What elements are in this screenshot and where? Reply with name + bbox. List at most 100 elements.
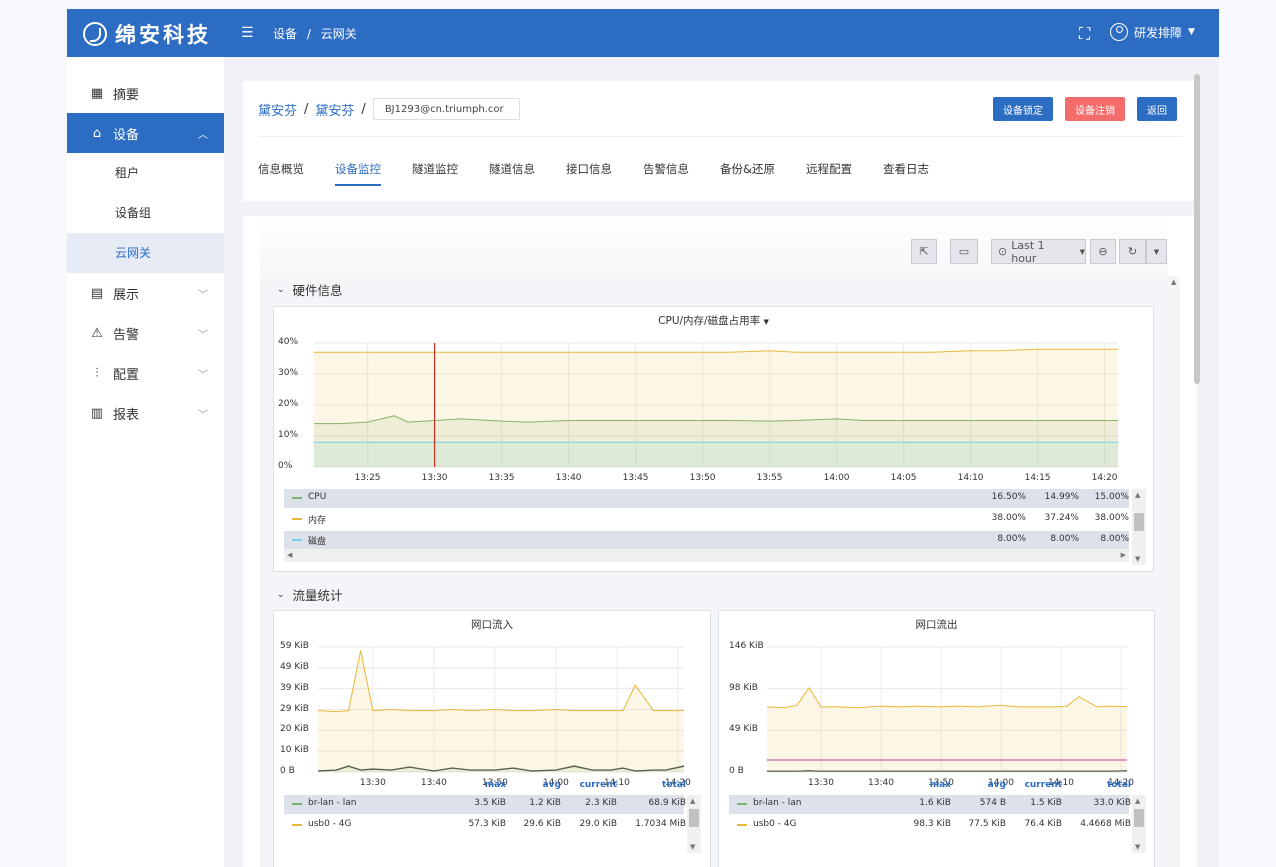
x-tick-label: 14:10 — [957, 473, 984, 483]
sidebar-item-device[interactable]: ⌂ 设备 ︿ — [67, 113, 224, 153]
sidebar-item-report[interactable]: ▥ 报表 ﹀ — [67, 393, 224, 433]
legend-value: 98.3 KiB — [913, 819, 951, 829]
device-header-card: 黛安芬 / 黛安芬 / 设备锁定 设备注销 返回 信息概览 设备监控 隧道监控 … — [243, 81, 1197, 201]
legend-column-header[interactable]: total — [662, 780, 686, 790]
legend-horizontal-scrollbar[interactable]: ◀ ▶ — [284, 549, 1129, 562]
dashboard-scrollbar[interactable]: ▲ — [1168, 276, 1180, 867]
scroll-thumb[interactable] — [689, 809, 699, 827]
lock-device-button[interactable]: 设备锁定 — [993, 97, 1053, 121]
legend-swatch — [292, 803, 302, 805]
legend-swatch — [737, 824, 747, 826]
tv-mode-button[interactable]: ▭ — [950, 239, 978, 264]
legend-column-header[interactable]: max — [930, 780, 951, 790]
hardware-usage-panel: CPU/内存/磁盘占用率 ▼ 40% 30% 20% 10% 0% 13:25 13:30 1… — [273, 306, 1154, 572]
legend-series-name: br-lan - lan — [753, 798, 802, 808]
legend-column-header[interactable]: total — [1107, 780, 1131, 790]
x-tick-label: 14:20 — [1091, 473, 1118, 483]
scroll-up-icon: ▲ — [690, 797, 696, 805]
chart-svg — [766, 646, 1128, 773]
sidebar-item-config[interactable]: ⫶ 配置 ﹀ — [67, 353, 224, 393]
legend-row[interactable]: 磁盘 8.00% 8.00% 8.00% — [284, 531, 1129, 550]
sidebar-item-alarm[interactable]: ⚠ 告警 ﹀ — [67, 313, 224, 353]
sidebar-item-label: 摘要 — [113, 87, 140, 103]
top-breadcrumb: 设备 / 云网关 — [273, 25, 363, 42]
user-menu[interactable]: 研发排障 ▼ — [1110, 23, 1195, 41]
refresh-icon: ↻ — [1127, 245, 1138, 258]
refresh-button[interactable]: ↻ — [1119, 239, 1146, 264]
legend-scrollbar[interactable]: ▲ ▼ — [687, 795, 701, 853]
legend-scrollbar[interactable]: ▲ ▼ — [1132, 489, 1146, 565]
y-tick-label: 10% — [278, 430, 299, 440]
brand-name: 绵安科技 — [115, 23, 211, 47]
legend-value: 77.5 KiB — [968, 819, 1006, 829]
caret-down-icon: ▼ — [1153, 247, 1160, 256]
sidebar-item-summary[interactable]: ▦ 摘要 — [67, 73, 224, 113]
tab-remote-config[interactable]: 远程配置 — [806, 161, 852, 177]
scroll-thumb[interactable] — [1134, 809, 1144, 827]
tab-monitoring[interactable]: 设备监控 — [335, 161, 381, 186]
row-traffic[interactable]: ⌄ 流量统计 — [277, 585, 343, 604]
chart-svg — [317, 646, 685, 773]
legend-row[interactable]: usb0 - 4G 98.3 KiB 77.5 KiB 76.4 KiB 4.4668 … — [729, 816, 1131, 835]
brand-logo: 绵安科技 — [83, 19, 211, 49]
zoom-out-button[interactable]: ⊖ — [1090, 239, 1116, 264]
row-title-label: 流量统计 — [292, 588, 343, 603]
legend-value: 33.0 KiB — [1093, 798, 1131, 808]
sidebar-sub-cloud-gateway[interactable]: 云网关 — [67, 233, 224, 273]
sidebar-sub-device-group[interactable]: 设备组 — [67, 193, 224, 233]
legend-row[interactable]: CPU 16.50% 14.99% 15.00% — [284, 489, 1129, 508]
chevron-down-icon: ⌄ — [277, 589, 285, 600]
chevron-down-icon: ﹀ — [198, 410, 208, 421]
x-tick-label: 14:00 — [823, 473, 850, 483]
legend-row[interactable]: br-lan - lan 3.5 KiB 1.2 KiB 2.3 KiB 68.9 Ki… — [284, 795, 686, 814]
legend-value: 15.00% — [1094, 492, 1129, 502]
y-tick-label: 20% — [278, 399, 299, 409]
sidebar-item-label: 配置 — [113, 367, 140, 383]
row-hardware[interactable]: ⌄ 硬件信息 — [277, 280, 343, 299]
top-crumb-device[interactable]: 设备 — [273, 27, 297, 41]
legend-series-name: CPU — [308, 492, 327, 502]
tab-view-logs[interactable]: 查看日志 — [883, 161, 929, 177]
legend-value: 1.7034 MiB — [635, 819, 686, 829]
legend-row[interactable]: usb0 - 4G 57.3 KiB 29.6 KiB 29.0 KiB 1.7034 … — [284, 816, 686, 835]
menu-toggle-icon[interactable]: ☰ — [241, 25, 254, 41]
warning-icon: ⚠ — [91, 325, 103, 341]
crumb-customer[interactable]: 黛安芬 — [258, 100, 297, 119]
legend-value: 8.00% — [1050, 534, 1079, 544]
tab-tunnel-info[interactable]: 隧道信息 — [489, 161, 535, 177]
legend-row[interactable]: br-lan - lan 1.6 KiB 574 B 1.5 KiB 33.0 KiB — [729, 795, 1131, 814]
scroll-down-icon: ▼ — [1135, 843, 1141, 851]
sidebar-sub-tenant[interactable]: 租户 — [67, 153, 224, 193]
deregister-device-button[interactable]: 设备注销 — [1065, 97, 1125, 121]
fullscreen-icon[interactable]: ⛶ — [1079, 24, 1090, 44]
home-icon: ⌂ — [92, 125, 102, 141]
back-button[interactable]: 返回 — [1137, 97, 1177, 121]
legend-column-header[interactable]: avg — [988, 780, 1006, 790]
tab-tunnel-monitoring[interactable]: 隧道监控 — [412, 161, 458, 177]
top-bar: 绵安科技 ☰ 设备 / 云网关 ⛶ 研发排障 ▼ — [67, 9, 1219, 57]
legend-column-header[interactable]: current — [580, 780, 617, 790]
user-name: 研发排障 — [1134, 25, 1183, 40]
legend-column-header[interactable]: current — [1025, 780, 1062, 790]
legend-row[interactable]: 内存 38.00% 37.24% 38.00% — [284, 510, 1129, 529]
time-range-label: Last 1 hour — [1011, 238, 1045, 265]
legend-column-header[interactable]: avg — [543, 780, 561, 790]
legend-column-header[interactable]: max — [485, 780, 506, 790]
crumb-site[interactable]: 黛安芬 — [315, 100, 354, 119]
tab-backup-restore[interactable]: 备份&还原 — [720, 161, 775, 177]
y-tick-label: 0% — [278, 461, 293, 471]
page-scrollbar[interactable] — [1194, 74, 1200, 384]
tab-alarm-info[interactable]: 告警信息 — [643, 161, 689, 177]
legend-value: 38.00% — [1094, 513, 1129, 523]
refresh-interval-dropdown[interactable]: ▼ — [1146, 239, 1167, 264]
tab-overview[interactable]: 信息概览 — [258, 161, 304, 177]
sidebar-item-display[interactable]: ▤ 展示 ﹀ — [67, 273, 224, 313]
scroll-thumb[interactable] — [1134, 513, 1144, 531]
device-account-field[interactable] — [372, 98, 520, 120]
legend-scrollbar[interactable]: ▲ ▼ — [1132, 795, 1146, 853]
time-range-picker[interactable]: ⊙ Last 1 hour ▼ — [991, 238, 1086, 265]
share-dashboard-button[interactable]: ⇱ — [911, 239, 937, 264]
legend-value: 1.6 KiB — [919, 798, 951, 808]
legend-series-name: usb0 - 4G — [753, 819, 797, 829]
tab-interface-info[interactable]: 接口信息 — [566, 161, 612, 177]
